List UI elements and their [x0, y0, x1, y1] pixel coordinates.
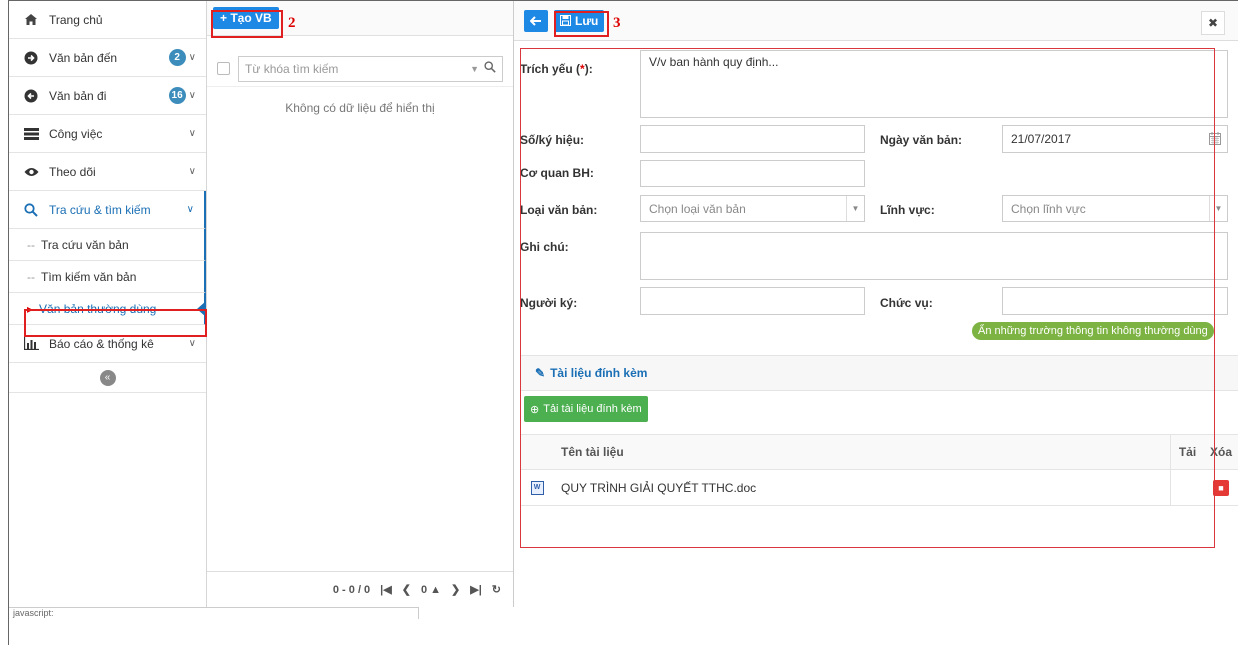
chevron-down-icon: ∨	[186, 204, 194, 215]
count-badge: 16	[168, 87, 186, 104]
page-number-select[interactable]: 0 ▲	[421, 584, 441, 596]
status-bar: javascript:	[9, 607, 419, 619]
pager-range: 0 - 0 / 0	[332, 583, 371, 596]
empty-state-text: Không có dữ liệu để hiển thị	[285, 101, 435, 115]
next-page-icon[interactable]: ❯	[451, 583, 460, 596]
sidebar-item-label: Văn bản đến	[49, 50, 118, 65]
pagination-bar: 0 - 0 / 0 |◀ ❮ 0 ▲ ❯ ▶| ↻	[207, 571, 513, 607]
search-icon[interactable]	[484, 61, 496, 76]
document-list-panel: + Tạo VB Từ khóa tìm kiếm ▼ Không có dữ …	[207, 1, 513, 607]
sidebar-item-label: Tra cứu & tìm kiếm	[49, 202, 151, 217]
annotation-number-2: 2	[288, 15, 296, 31]
highlight-box-3	[554, 11, 609, 37]
eye-icon	[23, 164, 39, 180]
arrow-circle-left-icon	[23, 88, 39, 104]
last-page-icon[interactable]: ▶|	[470, 583, 482, 596]
sidebar-item-incoming[interactable]: Văn bản đến 2 ∨	[9, 39, 206, 77]
dropdown-caret-icon[interactable]: ▼	[470, 64, 479, 74]
arrow-circle-right-icon	[23, 50, 39, 66]
sidebar-item-label: Công việc	[49, 126, 103, 141]
sidebar-collapse-row: «	[9, 363, 206, 393]
sidebar-item-label: Trang chủ	[49, 12, 103, 27]
chevron-down-icon: ∨	[188, 90, 196, 101]
highlight-frame-form	[520, 48, 1215, 548]
highlight-box-2	[211, 10, 283, 38]
sidebar-item-tasks[interactable]: Công việc ∨	[9, 115, 206, 153]
sidebar-subitem-label: Tìm kiếm văn bản	[41, 269, 137, 284]
arrow-left-icon	[530, 15, 541, 26]
search-row: Từ khóa tìm kiếm ▼	[207, 51, 513, 87]
sidebar-subitem-lookup[interactable]: -- Tra cứu văn bản	[9, 229, 206, 261]
sidebar-item-label: Theo dõi	[49, 164, 96, 179]
chevron-down-icon: ∨	[188, 166, 196, 177]
sidebar-subitem-find[interactable]: -- Tìm kiếm văn bản	[9, 261, 206, 293]
collapse-sidebar-icon[interactable]: «	[99, 369, 116, 386]
select-all-checkbox[interactable]	[217, 62, 230, 75]
sidebar-item-search[interactable]: Tra cứu & tìm kiếm ∨	[9, 191, 206, 229]
tasks-icon	[23, 126, 39, 142]
refresh-icon[interactable]: ↻	[492, 583, 501, 596]
sidebar-item-outgoing[interactable]: Văn bản đi 16 ∨	[9, 77, 206, 115]
chevron-down-icon: ∨	[188, 338, 196, 349]
sidebar: Trang chủ Văn bản đến 2 ∨ Văn bản đi 16 …	[9, 1, 207, 607]
fullscreen-icon[interactable]: ✖	[1201, 11, 1225, 35]
search-input[interactable]: Từ khóa tìm kiếm ▼	[238, 55, 503, 82]
chevron-down-icon: ∨	[188, 52, 196, 63]
bar-chart-icon	[23, 336, 39, 352]
prev-page-icon[interactable]: ❮	[402, 583, 411, 596]
back-button[interactable]	[524, 9, 548, 32]
search-placeholder: Từ khóa tìm kiếm	[245, 61, 339, 76]
home-icon	[23, 12, 39, 28]
form-toolbar: Lưu	[514, 1, 1238, 41]
sidebar-item-label: Báo cáo & thống kê	[49, 336, 154, 351]
count-badge: 2	[168, 49, 186, 66]
highlight-box-1	[24, 309, 207, 337]
sidebar-item-label: Văn bản đi	[49, 88, 107, 103]
chevron-down-icon: ∨	[188, 128, 196, 139]
sidebar-item-home[interactable]: Trang chủ	[9, 1, 206, 39]
first-page-icon[interactable]: |◀	[380, 583, 392, 596]
search-icon	[23, 202, 39, 218]
delete-icon[interactable]: ■	[1213, 479, 1229, 496]
sidebar-item-follow[interactable]: Theo dõi ∨	[9, 153, 206, 191]
sidebar-subitem-label: Tra cứu văn bản	[41, 237, 129, 252]
annotation-number-3: 3	[613, 15, 621, 31]
